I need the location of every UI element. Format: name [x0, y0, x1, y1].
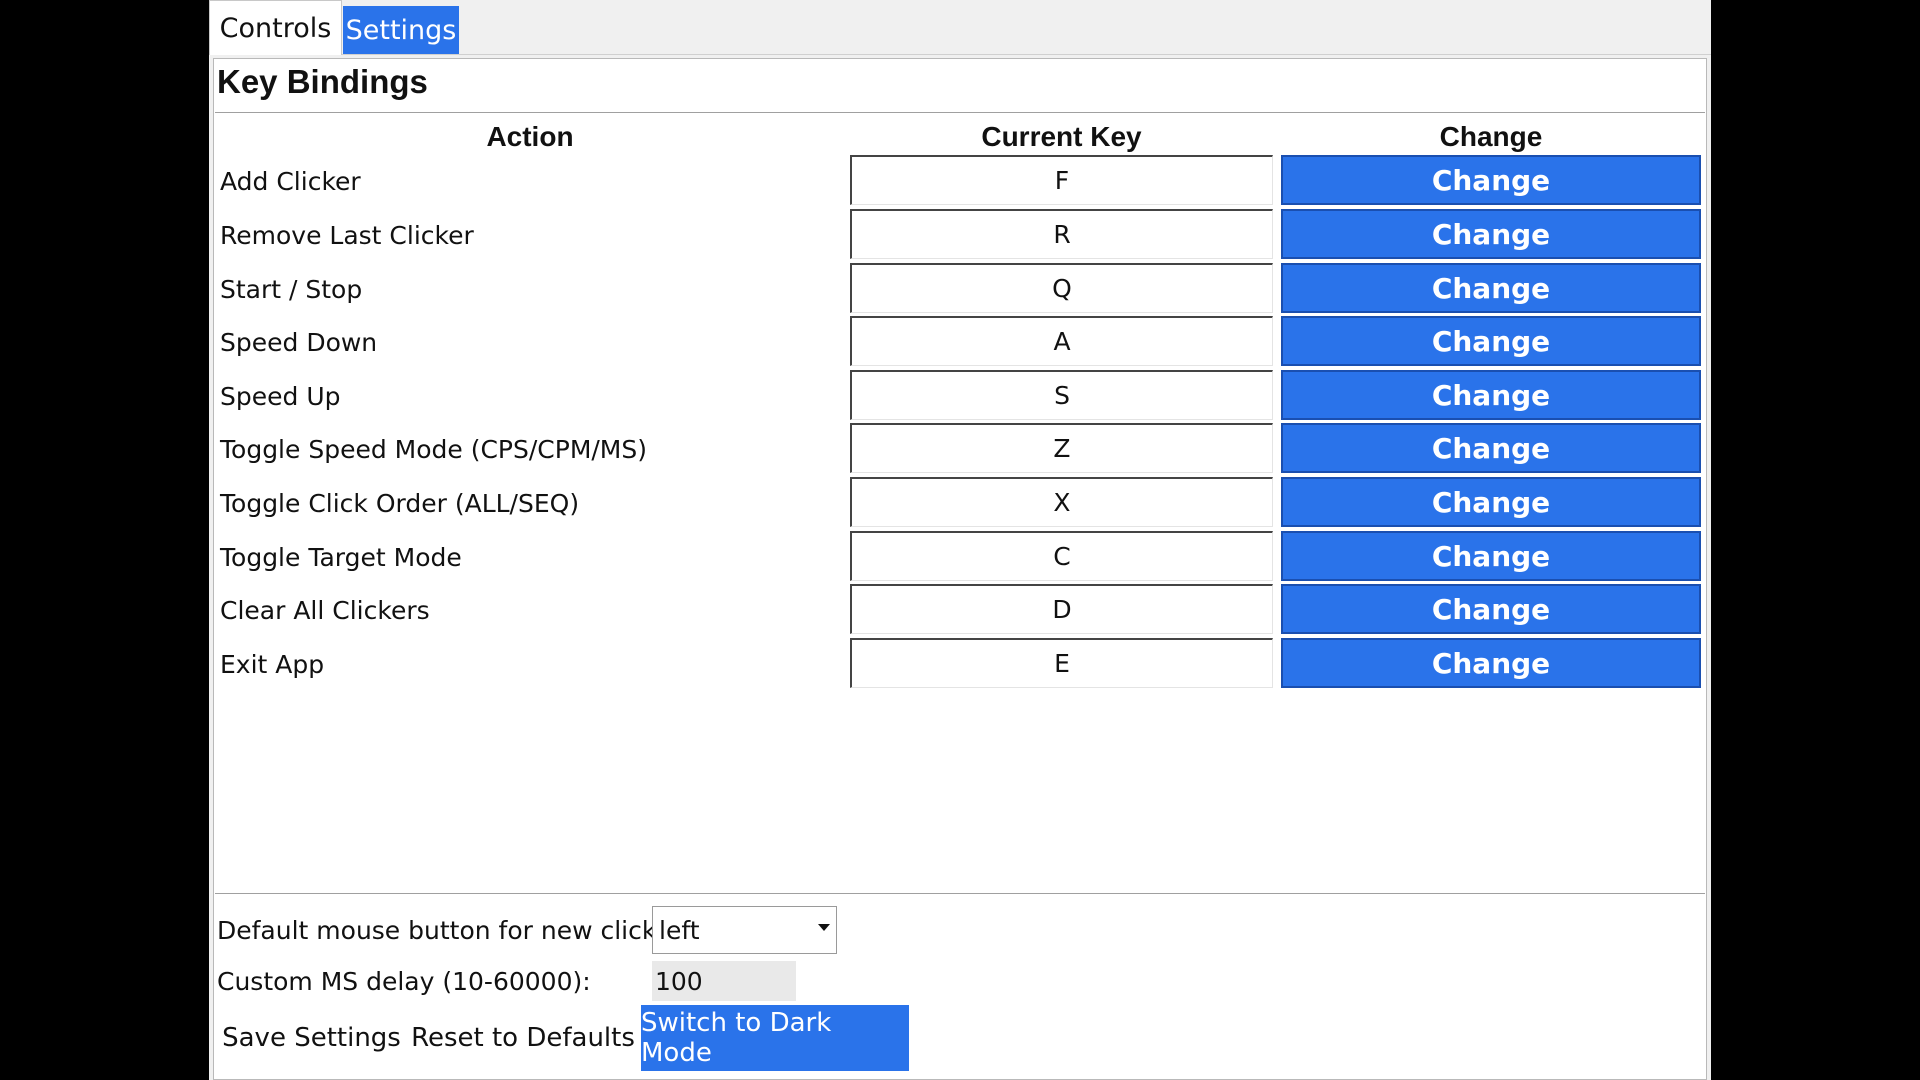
dropdown-arrow-icon	[818, 924, 830, 931]
binding-key-field[interactable]: Q	[850, 263, 1273, 313]
table-row: Start / Stop Q Change	[214, 263, 1708, 317]
dark-mode-button[interactable]: Switch to Dark Mode	[641, 1005, 909, 1071]
binding-action-label: Remove Last Clicker	[220, 220, 474, 250]
binding-action-label: Speed Up	[220, 381, 341, 411]
change-key-button[interactable]: Change	[1281, 263, 1701, 313]
change-key-button[interactable]: Change	[1281, 209, 1701, 259]
binding-key-field[interactable]: R	[850, 209, 1273, 259]
action-button-bar: Save Settings Reset to Defaults Switch t…	[215, 1005, 909, 1071]
save-settings-button[interactable]: Save Settings	[215, 1005, 408, 1071]
mouse-button-select[interactable]: left	[652, 906, 837, 954]
table-row: Add Clicker F Change	[214, 155, 1708, 209]
change-key-button[interactable]: Change	[1281, 423, 1701, 473]
change-key-button[interactable]: Change	[1281, 531, 1701, 581]
column-header-change: Change	[1439, 121, 1543, 152]
binding-action-label: Exit App	[220, 649, 325, 679]
reset-defaults-button[interactable]: Reset to Defaults	[408, 1005, 638, 1071]
binding-key-field[interactable]: D	[850, 584, 1273, 634]
binding-key-field[interactable]: Z	[850, 423, 1273, 473]
binding-action-label: Start / Stop	[220, 274, 363, 304]
change-key-button[interactable]: Change	[1281, 477, 1701, 527]
table-row: Speed Up S Change	[214, 370, 1708, 424]
binding-key-field[interactable]: C	[850, 531, 1273, 581]
binding-action-label: Toggle Target Mode	[220, 542, 462, 572]
binding-key-field[interactable]: E	[850, 638, 1273, 688]
table-row: Clear All Clickers D Change	[214, 584, 1708, 638]
binding-key-field[interactable]: A	[850, 316, 1273, 366]
table-row: Toggle Target Mode C Change	[214, 531, 1708, 585]
binding-key-field[interactable]: F	[850, 155, 1273, 205]
table-row: Remove Last Clicker R Change	[214, 209, 1708, 263]
change-key-button[interactable]: Change	[1281, 584, 1701, 634]
change-key-button[interactable]: Change	[1281, 155, 1701, 205]
binding-action-label: Add Clicker	[220, 166, 361, 196]
tab-settings[interactable]: Settings	[343, 6, 459, 54]
page-title: Key Bindings	[217, 63, 428, 100]
table-row: Exit App E Change	[214, 638, 1708, 692]
table-row: Speed Down A Change	[214, 316, 1708, 370]
settings-panel: Key Bindings Action Current Key Change A…	[213, 58, 1707, 1080]
binding-action-label: Speed Down	[220, 327, 378, 357]
tab-bar: Controls Settings	[209, 0, 1711, 55]
binding-key-field[interactable]: S	[850, 370, 1273, 420]
table-row: Toggle Speed Mode (CPS/CPM/MS) Z Change	[214, 423, 1708, 477]
table-row: Toggle Click Order (ALL/SEQ) X Change	[214, 477, 1708, 531]
ms-delay-label: Custom MS delay (10-60000):	[217, 967, 591, 996]
binding-action-label: Toggle Click Order (ALL/SEQ)	[220, 488, 580, 518]
app-window: Controls Settings Key Bindings Action Cu…	[209, 0, 1711, 1080]
column-header-current-key: Current Key	[981, 121, 1142, 152]
change-key-button[interactable]: Change	[1281, 316, 1701, 366]
change-key-button[interactable]: Change	[1281, 370, 1701, 420]
mouse-button-value: left	[659, 915, 700, 945]
mouse-button-label: Default mouse button for new clickers:	[217, 916, 703, 945]
binding-key-field[interactable]: X	[850, 477, 1273, 527]
ms-delay-input[interactable]: 100	[652, 961, 796, 1001]
column-header-action: Action	[486, 121, 574, 152]
binding-action-label: Clear All Clickers	[220, 595, 430, 625]
binding-action-label: Toggle Speed Mode (CPS/CPM/MS)	[220, 434, 648, 464]
tab-controls[interactable]: Controls	[209, 0, 342, 55]
change-key-button[interactable]: Change	[1281, 638, 1701, 688]
